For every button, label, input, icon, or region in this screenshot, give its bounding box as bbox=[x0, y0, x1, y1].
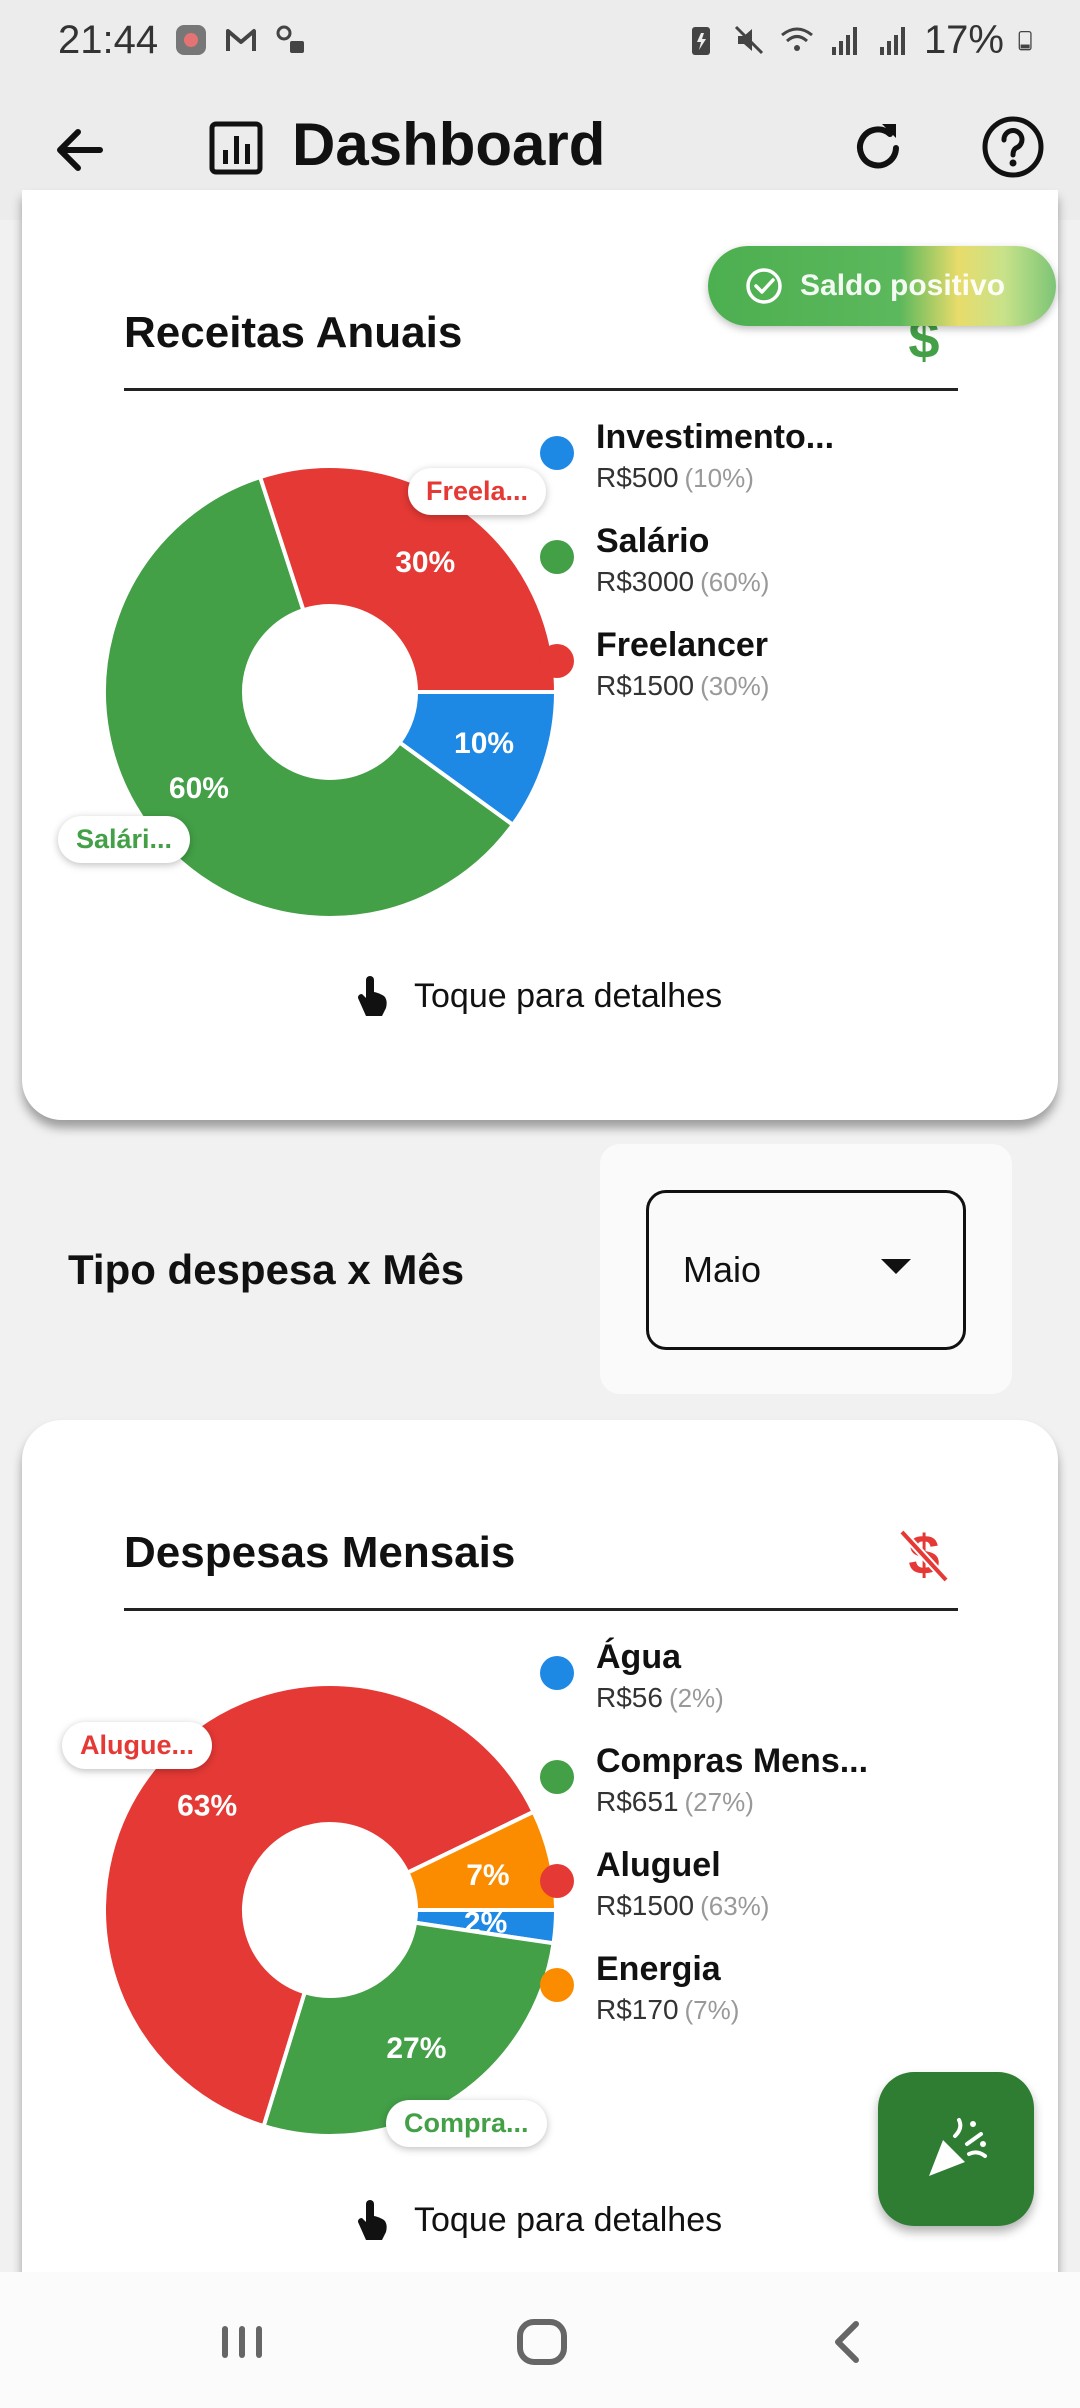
legend-value: R$651 (27%) bbox=[596, 1786, 754, 1817]
tap-hint-label: Toque para detalhes bbox=[414, 2200, 723, 2239]
slice-callout: Compra... bbox=[386, 2100, 547, 2147]
legend-dot bbox=[540, 1864, 574, 1898]
celebrate-fab-button[interactable] bbox=[878, 2072, 1034, 2226]
status-bar: 21:44 17% bbox=[0, 0, 1080, 80]
slice-callout: Salári... bbox=[58, 816, 191, 863]
slice-percent-label: 27% bbox=[386, 2032, 446, 2065]
slice-percent-label: 7% bbox=[466, 1859, 509, 1892]
filter-title: Tipo despesa x Mês bbox=[68, 1246, 465, 1293]
legend-value: R$500 (10%) bbox=[596, 462, 754, 493]
legend-dot bbox=[540, 1968, 574, 2002]
tap-for-details[interactable]: Toque para detalhes bbox=[352, 974, 722, 1018]
month-select-value: Maio bbox=[683, 1249, 762, 1290]
month-select[interactable]: Maio bbox=[646, 1190, 966, 1350]
legend-dot bbox=[540, 1760, 574, 1794]
legend-value: R$3000 (60%) bbox=[596, 566, 770, 597]
gmail-icon bbox=[226, 29, 257, 51]
system-nav-bar bbox=[0, 2272, 1080, 2408]
legend-name: Água bbox=[596, 1638, 681, 1676]
slice-callout: Freela... bbox=[408, 468, 547, 515]
battery-percent: 17% bbox=[923, 17, 1004, 62]
battery-saver-icon bbox=[691, 27, 710, 55]
legend-dot bbox=[540, 644, 574, 678]
slice-percent-label: 10% bbox=[454, 727, 514, 760]
legend-name: Compras Mens... bbox=[596, 1742, 869, 1780]
slice-percent-label: 30% bbox=[395, 546, 455, 579]
touch-icon bbox=[358, 2200, 387, 2240]
check-circle-icon bbox=[746, 268, 782, 304]
battery-icon bbox=[1018, 30, 1032, 51]
key-icon bbox=[276, 25, 305, 53]
recent-apps-icon[interactable] bbox=[212, 2312, 272, 2372]
tap-hint-label: Toque para detalhes bbox=[414, 976, 723, 1015]
legend-value: R$1500 (63%) bbox=[596, 1890, 770, 1921]
toast-label: Saldo positivo bbox=[800, 269, 1006, 302]
signal-icon bbox=[879, 27, 905, 55]
toast-saldo-positivo: Saldo positivo bbox=[708, 246, 1056, 326]
legend-value: R$170 (7%) bbox=[596, 1994, 740, 2025]
tap-for-details[interactable]: Toque para detalhes bbox=[352, 2198, 722, 2242]
wifi-icon bbox=[781, 27, 813, 51]
bar-chart-icon bbox=[209, 121, 263, 175]
help-icon[interactable] bbox=[980, 114, 1046, 180]
app-icon bbox=[176, 25, 207, 55]
slice-percent-label: 63% bbox=[177, 1789, 237, 1822]
party-popper-icon bbox=[929, 2118, 987, 2176]
status-time: 21:44 bbox=[58, 17, 159, 62]
legend-value: R$1500 (30%) bbox=[596, 670, 770, 701]
legend-name: Aluguel bbox=[596, 1846, 721, 1884]
page-title: Dashboard bbox=[292, 111, 606, 178]
dropdown-arrow-icon bbox=[881, 1259, 911, 1274]
legend-dot bbox=[540, 1656, 574, 1690]
legend-name: Energia bbox=[596, 1950, 721, 1988]
legend-name: Salário bbox=[596, 522, 710, 560]
touch-icon bbox=[358, 976, 387, 1016]
receitas-card[interactable]: Receitas Anuais $ 10% 60% 30% Investimento… bbox=[22, 190, 1058, 1120]
legend-name: Freelancer bbox=[596, 626, 768, 664]
back-arrow-icon[interactable] bbox=[48, 118, 112, 182]
legend-name: Investimento... bbox=[596, 418, 835, 456]
slice-percent-label: 60% bbox=[169, 772, 229, 805]
slice-callout: Alugue... bbox=[62, 1722, 212, 1769]
refresh-icon[interactable] bbox=[846, 116, 910, 180]
mute-icon bbox=[734, 25, 763, 55]
legend-value: R$56 (2%) bbox=[596, 1682, 724, 1713]
legend-dot bbox=[540, 436, 574, 470]
despesas-pie-chart[interactable]: 2%27%63%7% bbox=[22, 1420, 1058, 2180]
signal-icon bbox=[831, 27, 857, 55]
back-nav-icon[interactable] bbox=[818, 2312, 878, 2372]
home-icon[interactable] bbox=[512, 2312, 572, 2372]
legend-dot bbox=[540, 540, 574, 574]
